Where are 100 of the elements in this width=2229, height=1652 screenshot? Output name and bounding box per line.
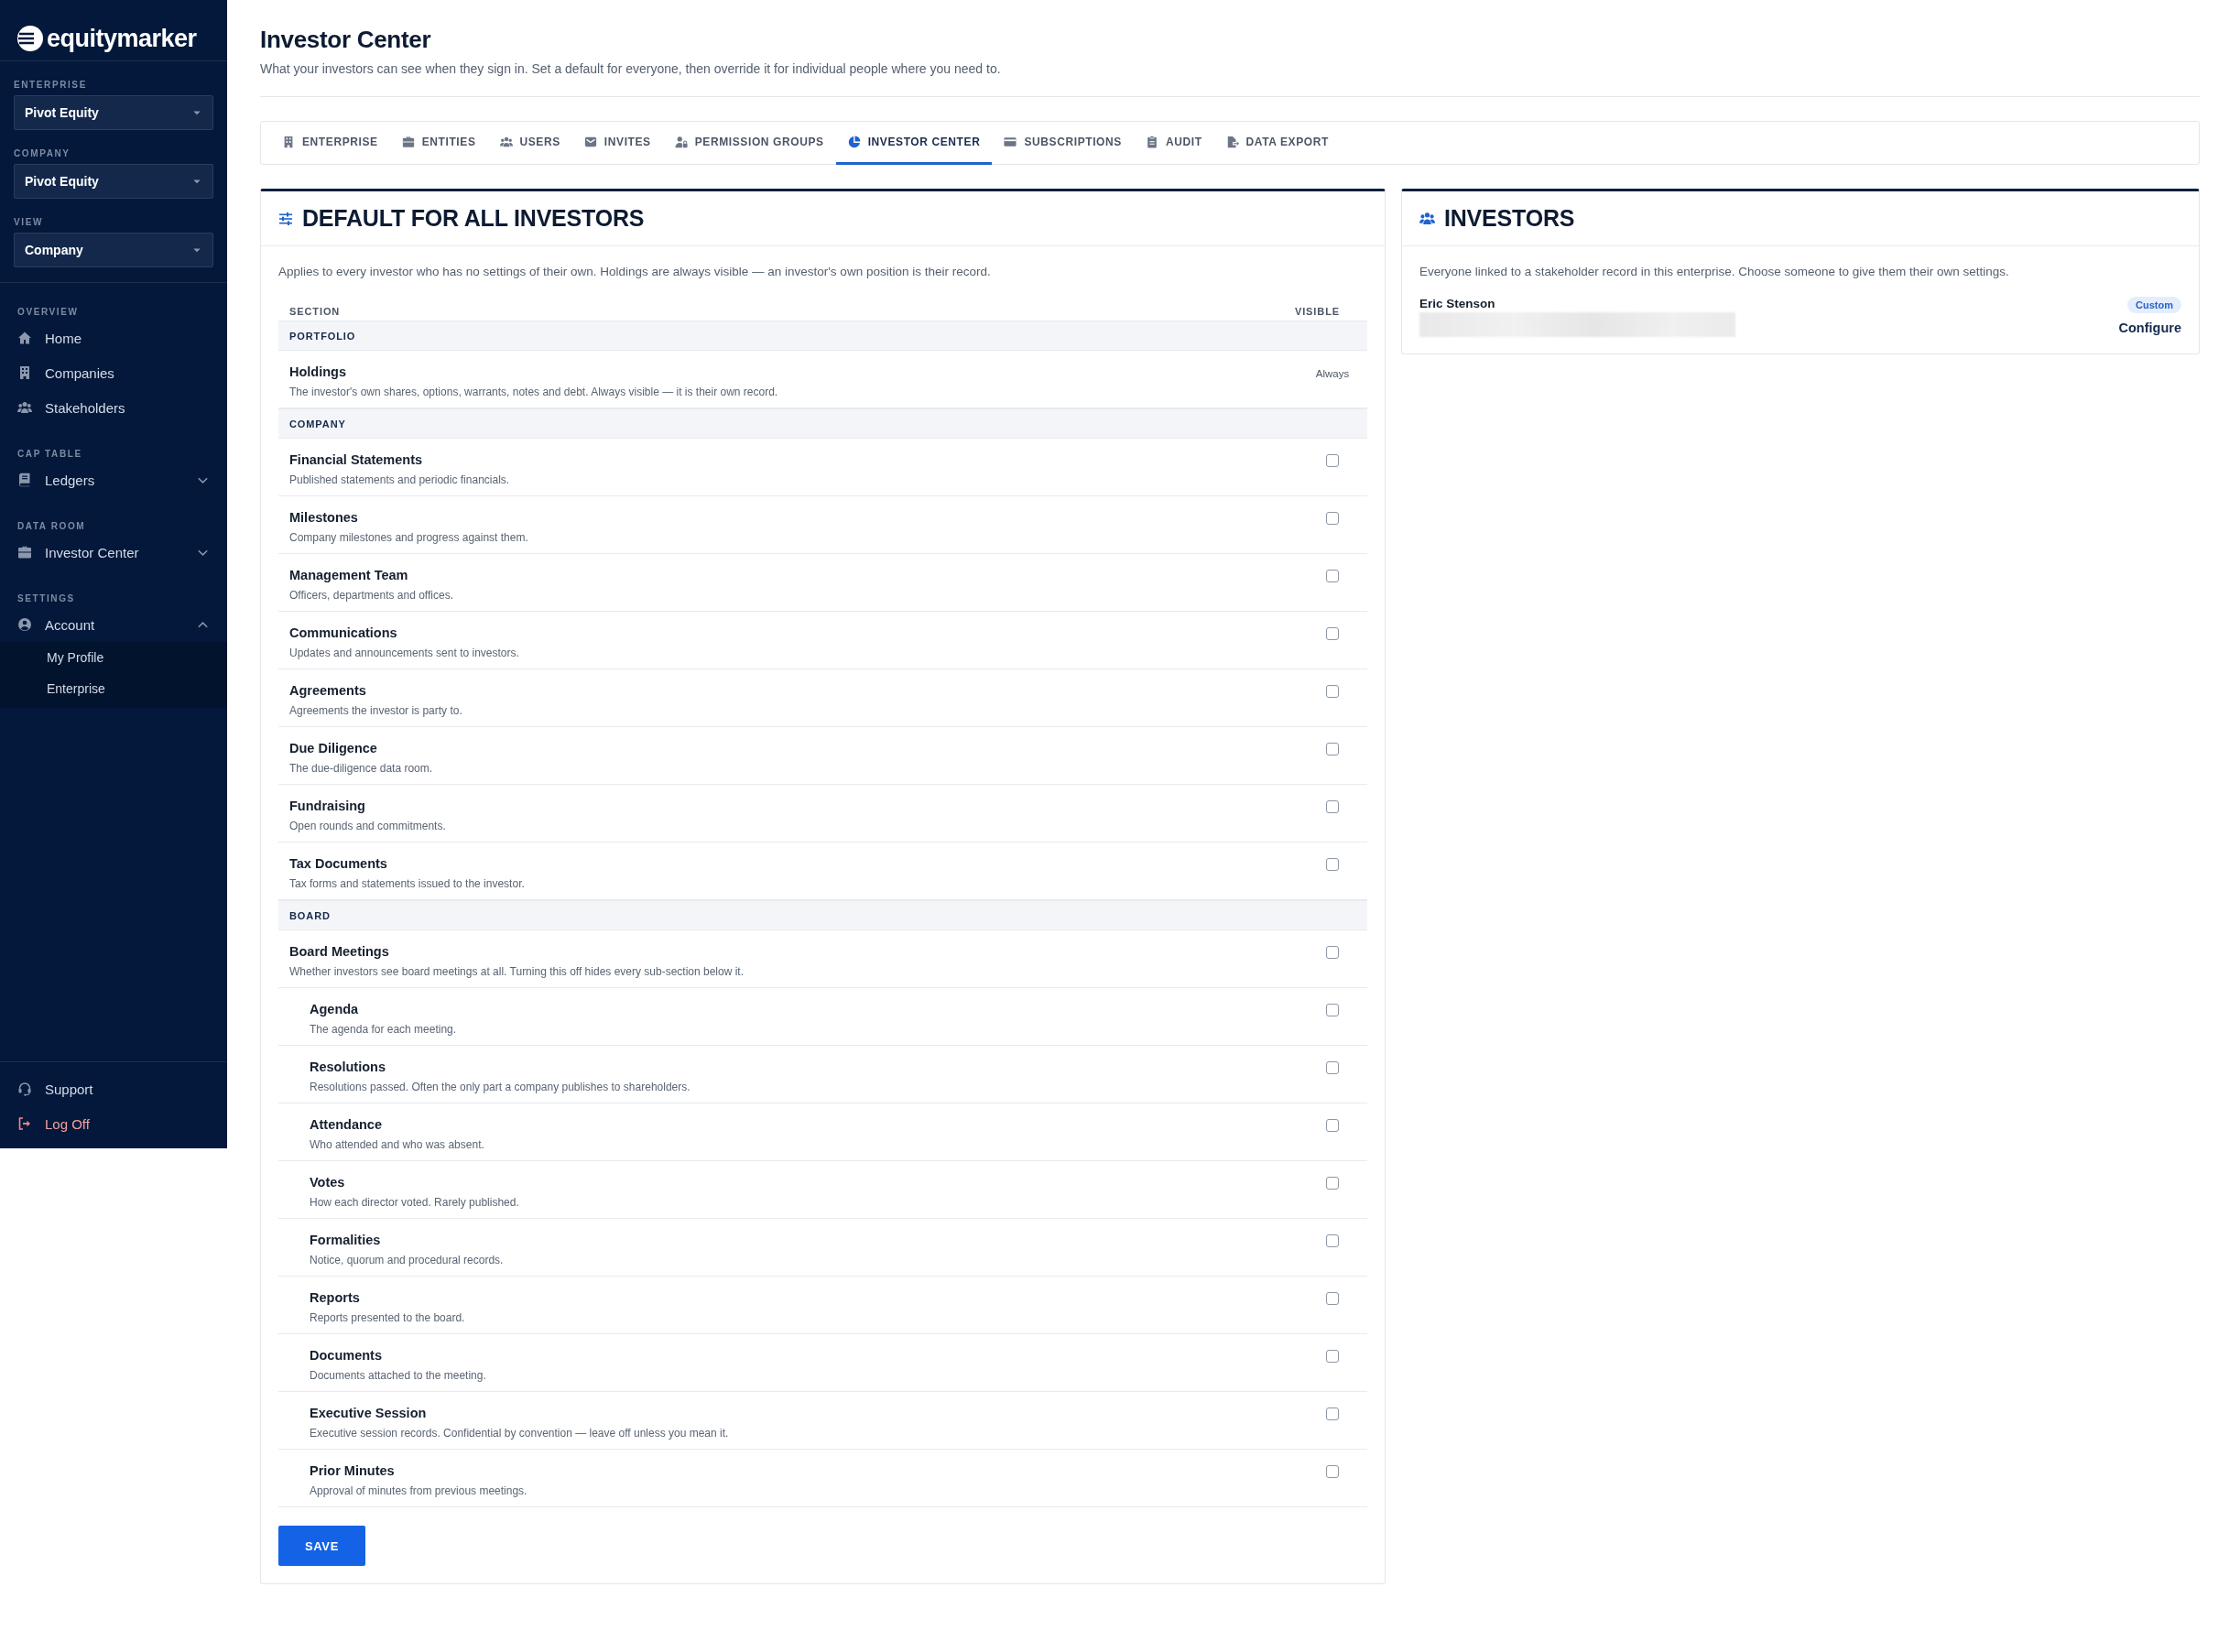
checkbox[interactable] [1326, 685, 1339, 698]
section-title: Agreements [289, 683, 367, 698]
envelope-icon [583, 136, 597, 148]
page-subtitle: What your investors can see when they sign in. Set a default for everyone, then override it for individual people where you need to. [260, 61, 1002, 76]
section-title: Executive Session [310, 1406, 428, 1420]
section-description: Officers, departments and offices. [289, 589, 454, 602]
checkbox[interactable] [1326, 1234, 1339, 1247]
nav-subitem[interactable]: Enterprise [47, 673, 227, 704]
configure-link[interactable]: Configure [2118, 321, 2181, 335]
nav-heading: CAP TABLE [17, 449, 83, 459]
headset-icon [17, 1081, 32, 1096]
tab[interactable]: PERMISSION GROUPS [662, 122, 836, 165]
section-description: Company milestones and progress against them. [289, 531, 529, 544]
tab[interactable]: SUBSCRIPTIONS [992, 122, 1134, 165]
checkbox[interactable] [1326, 1292, 1339, 1305]
field-label: COMPANY [14, 148, 71, 158]
credit-card-icon [1004, 136, 1017, 148]
select-field[interactable]: Pivot Equity [14, 95, 213, 130]
save-button[interactable]: SAVE [278, 1526, 365, 1566]
card-title: DEFAULT FOR ALL INVESTORS [302, 205, 645, 232]
home-icon [17, 331, 32, 345]
nav-item[interactable]: Home [17, 321, 210, 355]
book-icon [17, 473, 32, 487]
nav-heading: DATA ROOM [17, 521, 87, 531]
field-label: ENTERPRISE [14, 80, 88, 90]
nav-item[interactable]: Log Off [17, 1106, 210, 1141]
page-title: Investor Center [260, 26, 432, 54]
select-field[interactable]: Pivot Equity [14, 164, 213, 199]
section-description: Executive session records. Confidential by convention — leave off unless you mean it. [310, 1427, 730, 1440]
nav-item[interactable]: Account [17, 607, 210, 642]
tab[interactable]: AUDIT [1133, 122, 1214, 165]
section-title: Board Meetings [289, 944, 390, 959]
section-description: Published statements and periodic financials. [289, 473, 511, 486]
tab[interactable]: ENTITIES [389, 122, 488, 165]
section-description: Open rounds and commitments. [289, 820, 447, 832]
checkbox[interactable] [1326, 512, 1339, 525]
section-title: Management Team [289, 568, 409, 582]
briefcase-icon [401, 136, 415, 148]
column-header: SECTION [289, 306, 341, 317]
tab[interactable]: ENTERPRISE [270, 122, 390, 165]
file-export-icon [1225, 136, 1239, 148]
visibility-status: Always [1315, 368, 1350, 379]
section-description: Documents attached to the meeting. [310, 1369, 487, 1382]
section-title: Attendance [310, 1117, 383, 1132]
section-title: Formalities [310, 1233, 382, 1247]
nav-item[interactable]: Stakeholders [17, 390, 210, 425]
pie-chart-icon [847, 136, 861, 148]
user-circle-icon [17, 617, 32, 632]
checkbox[interactable] [1326, 743, 1339, 755]
section-title: Financial Statements [289, 452, 424, 467]
field-label: VIEW [14, 217, 44, 227]
section-title: Milestones [289, 510, 359, 525]
tab[interactable]: DATA EXPORT [1213, 122, 1341, 165]
card-description: Everyone linked to a stakeholder record in this enterprise. Choose someone to give them their own settings. [1419, 265, 2010, 278]
logo-icon [16, 25, 44, 52]
nav-item[interactable]: Companies [17, 355, 210, 390]
section-description: Agreements the investor is party to. [289, 704, 463, 717]
section-description: Resolutions passed. Often the only part a company publishes to shareholders. [310, 1081, 691, 1093]
section-title: Votes [310, 1175, 346, 1190]
checkbox[interactable] [1326, 946, 1339, 959]
checkbox[interactable] [1326, 1119, 1339, 1132]
user-lock-icon [674, 136, 688, 148]
group-heading: COMPANY [289, 418, 346, 429]
checkbox[interactable] [1326, 1350, 1339, 1363]
tab[interactable]: INVITES [571, 122, 663, 165]
checkbox[interactable] [1326, 1004, 1339, 1016]
section-title: Tax Documents [289, 856, 388, 871]
checkbox[interactable] [1326, 627, 1339, 640]
checkbox[interactable] [1326, 800, 1339, 813]
nav-heading: OVERVIEW [17, 307, 80, 317]
nav-item[interactable]: Investor Center [17, 535, 210, 570]
checkbox[interactable] [1326, 1407, 1339, 1420]
checkbox[interactable] [1326, 1465, 1339, 1478]
checkbox[interactable] [1326, 454, 1339, 467]
nav-item[interactable]: Support [17, 1071, 210, 1106]
section-description: Who attended and who was absent. [310, 1138, 485, 1151]
nav-subitem[interactable]: My Profile [47, 642, 227, 673]
logout-icon [17, 1116, 32, 1131]
nav-item[interactable]: Ledgers [17, 462, 210, 497]
building-icon [17, 365, 32, 380]
section-title: Holdings [289, 364, 348, 379]
checkbox[interactable] [1326, 570, 1339, 582]
investor-name: Eric Stenson [1419, 297, 1496, 310]
select-field[interactable]: Company [14, 233, 213, 267]
logo-wordmark: equitymarker [47, 24, 197, 53]
section-description: Notice, quorum and procedural records. [310, 1254, 505, 1266]
section-description: Updates and announcements sent to investors. [289, 647, 520, 659]
briefcase-icon [17, 545, 32, 560]
checkbox[interactable] [1326, 1177, 1339, 1190]
people-icon [499, 136, 513, 148]
tab[interactable]: INVESTOR CENTER [835, 122, 993, 165]
section-description: Reports presented to the board. [310, 1311, 466, 1324]
section-title: Agenda [310, 1002, 360, 1016]
section-title: Reports [310, 1290, 361, 1305]
section-description: Tax forms and statements issued to the investor. [289, 877, 526, 890]
checkbox[interactable] [1326, 1061, 1339, 1074]
section-title: Due Diligence [289, 741, 378, 755]
section-description: Whether investors see board meetings at all. Turning this off hides every sub-section below it. [289, 965, 745, 978]
tab[interactable]: USERS [487, 122, 572, 165]
checkbox[interactable] [1326, 858, 1339, 871]
